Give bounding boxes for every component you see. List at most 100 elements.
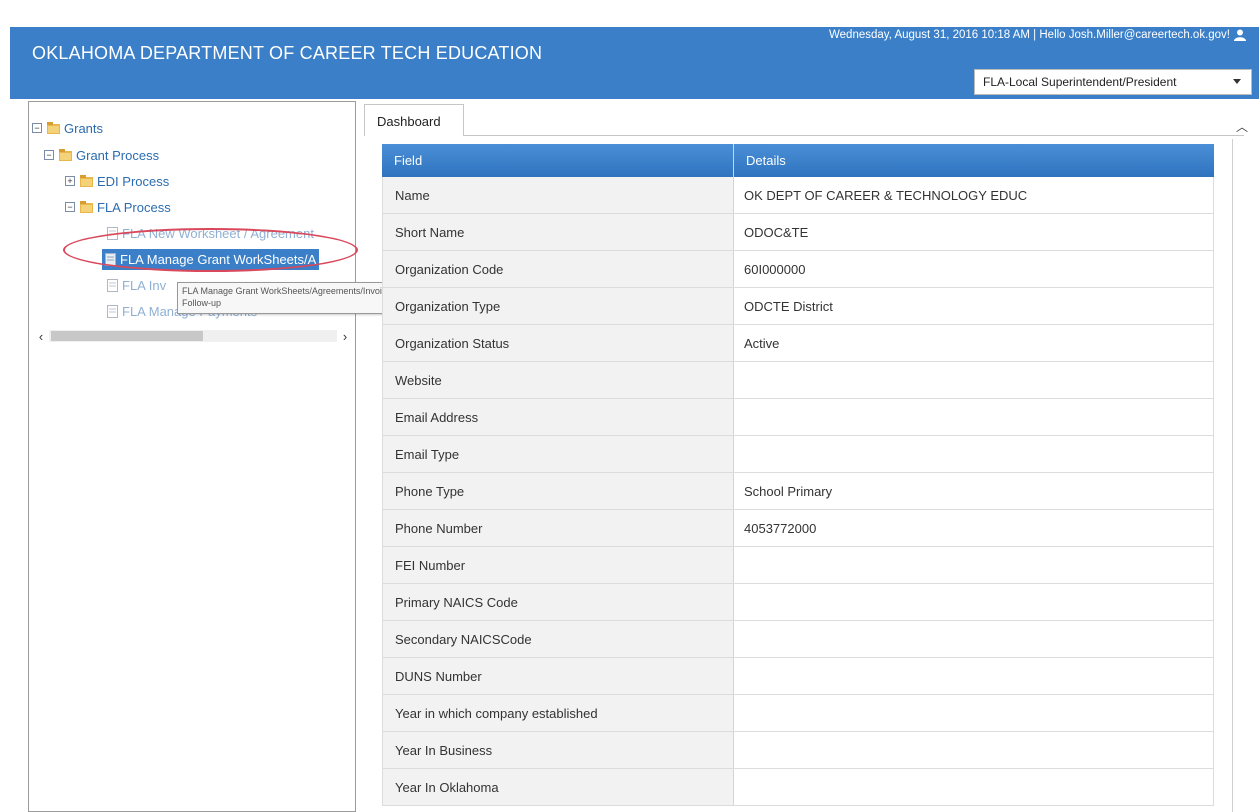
field-cell: Phone Number <box>382 510 734 546</box>
role-select[interactable]: FLA-Local Superintendent/President <box>974 69 1252 95</box>
page-title: OKLAHOMA DEPARTMENT OF CAREER TECH EDUCA… <box>32 43 543 63</box>
tree-label-fla-manage-grant-worksheets: FLA Manage Grant WorkSheets/A <box>120 252 317 267</box>
table-row[interactable]: Secondary NAICSCode <box>382 621 1214 658</box>
table-row[interactable]: Year In Oklahoma <box>382 769 1214 806</box>
scrollbar-thumb[interactable] <box>51 331 203 341</box>
user-info-text: Wednesday, August 31, 2016 10:18 AM | He… <box>829 29 1230 41</box>
folder-icon <box>47 121 60 134</box>
scrollbar-track[interactable] <box>49 330 337 342</box>
field-cell: FEI Number <box>382 547 734 583</box>
details-cell: Active <box>734 325 1214 361</box>
table-row[interactable]: Name OK DEPT OF CAREER & TECHNOLOGY EDUC <box>382 177 1214 214</box>
details-cell <box>734 658 1214 694</box>
table-row[interactable]: Website <box>382 362 1214 399</box>
table-row[interactable]: Organization Type ODCTE District <box>382 288 1214 325</box>
collapse-icon[interactable]: − <box>65 202 75 212</box>
document-icon <box>107 304 118 318</box>
details-cell: OK DEPT OF CAREER & TECHNOLOGY EDUC <box>734 177 1214 213</box>
details-cell <box>734 621 1214 657</box>
horizontal-scrollbar[interactable]: ‹ › <box>33 328 353 344</box>
field-cell: Primary NAICS Code <box>382 584 734 620</box>
tooltip-line-2: Follow-up <box>182 298 222 308</box>
role-select-value: FLA-Local Superintendent/President <box>983 75 1177 89</box>
folder-icon <box>80 174 93 187</box>
tree-label-fla-invoice: FLA Inv <box>122 277 167 293</box>
document-icon <box>105 253 116 266</box>
grid-body: Name OK DEPT OF CAREER & TECHNOLOGY EDUC S… <box>382 177 1214 806</box>
collapse-icon[interactable]: − <box>44 150 54 160</box>
user-icon[interactable] <box>1234 29 1246 41</box>
details-cell <box>734 732 1214 768</box>
tree-label-fla-process: FLA Process <box>97 199 171 215</box>
field-cell: Secondary NAICSCode <box>382 621 734 657</box>
main-content: Dashboard ︿ Field Details Name OK DEPT OF… <box>364 101 1259 812</box>
tab-divider <box>464 135 1244 136</box>
table-row[interactable]: Organization Status Active <box>382 325 1214 362</box>
folder-icon <box>59 148 72 161</box>
details-grid: Field Details Name OK DEPT OF CAREER & TE… <box>382 144 1214 806</box>
expand-icon[interactable]: + <box>65 176 75 186</box>
details-cell <box>734 436 1214 472</box>
scroll-up-icon[interactable]: ︿ <box>1236 118 1248 135</box>
table-row[interactable]: Phone Number 4053772000 <box>382 510 1214 547</box>
tree-node-grants[interactable]: − Grants <box>32 118 103 138</box>
tree-node-fla-process[interactable]: − FLA Process <box>65 197 171 217</box>
tooltip-line-1: FLA Manage Grant WorkSheets/Agreements/I… <box>182 286 394 296</box>
details-cell <box>734 362 1214 398</box>
table-row[interactable]: Primary NAICS Code <box>382 584 1214 621</box>
navigation-tree-panel: − Grants − Grant Process + EDI Process −… <box>28 101 399 812</box>
table-row[interactable]: Short Name ODOC&TE <box>382 214 1214 251</box>
scroll-right-icon[interactable]: › <box>337 329 353 344</box>
details-cell <box>734 584 1214 620</box>
table-row[interactable]: Year in which company established <box>382 695 1214 732</box>
tree-label-edi-process: EDI Process <box>97 173 170 189</box>
field-cell: Phone Type <box>382 473 734 509</box>
details-cell <box>734 695 1214 731</box>
table-row[interactable]: FEI Number <box>382 547 1214 584</box>
details-cell <box>734 547 1214 583</box>
field-cell: Year In Business <box>382 732 734 768</box>
app-header: OKLAHOMA DEPARTMENT OF CAREER TECH EDUCA… <box>10 27 1259 99</box>
field-cell: Email Address <box>382 399 734 435</box>
field-cell: DUNS Number <box>382 658 734 694</box>
field-cell: Short Name <box>382 214 734 250</box>
tree-label-grants: Grants <box>64 120 104 136</box>
details-cell <box>734 769 1214 805</box>
details-cell: ODOC&TE <box>734 214 1214 250</box>
tree-node-fla-manage-grant-worksheets[interactable]: FLA Manage Grant WorkSheets/A <box>102 249 320 270</box>
document-icon <box>107 226 118 240</box>
field-cell: Email Type <box>382 436 734 472</box>
table-row[interactable]: Phone Type School Primary <box>382 473 1214 510</box>
chevron-down-icon <box>1233 79 1241 84</box>
document-icon <box>107 278 118 292</box>
column-header-details[interactable]: Details <box>734 144 1214 177</box>
user-greeting: Wednesday, August 31, 2016 10:18 AM | He… <box>829 29 1246 41</box>
tree-label-fla-new-worksheet: FLA New Worksheet / Agreement <box>122 225 314 241</box>
field-cell: Organization Code <box>382 251 734 287</box>
field-cell: Website <box>382 362 734 398</box>
folder-icon <box>80 200 93 213</box>
tree-node-grant-process[interactable]: − Grant Process <box>44 145 159 165</box>
field-cell: Year in which company established <box>382 695 734 731</box>
details-cell: ODCTE District <box>734 288 1214 324</box>
tree-node-edi-process[interactable]: + EDI Process <box>65 171 169 191</box>
table-row[interactable]: Year In Business <box>382 732 1214 769</box>
table-row[interactable]: Email Address <box>382 399 1214 436</box>
details-cell: School Primary <box>734 473 1214 509</box>
tab-dashboard[interactable]: Dashboard <box>364 104 464 136</box>
tree-node-fla-new-worksheet[interactable]: FLA New Worksheet / Agreement <box>107 223 314 243</box>
scroll-left-icon[interactable]: ‹ <box>33 329 49 344</box>
table-row[interactable]: Email Type <box>382 436 1214 473</box>
column-header-field[interactable]: Field <box>382 144 734 177</box>
details-cell: 4053772000 <box>734 510 1214 546</box>
collapse-icon[interactable]: − <box>32 123 42 133</box>
tree-label-grant-process: Grant Process <box>76 147 160 163</box>
field-cell: Organization Status <box>382 325 734 361</box>
details-cell <box>734 399 1214 435</box>
vertical-scrollbar[interactable] <box>1232 139 1233 812</box>
tree-node-fla-invoice[interactable]: FLA Inv <box>107 275 166 295</box>
field-cell: Organization Type <box>382 288 734 324</box>
table-row[interactable]: DUNS Number <box>382 658 1214 695</box>
table-row[interactable]: Organization Code 60I000000 <box>382 251 1214 288</box>
field-cell: Year In Oklahoma <box>382 769 734 805</box>
